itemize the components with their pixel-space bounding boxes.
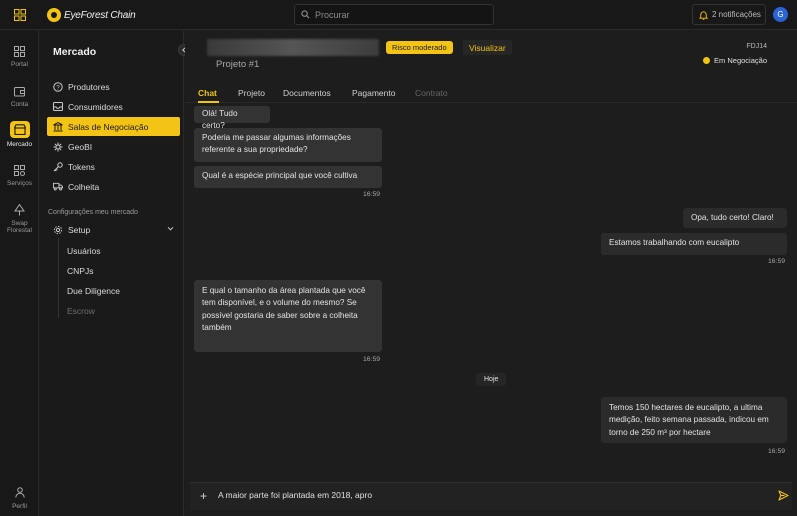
sidebar-item-colheita[interactable]: Colheita bbox=[47, 177, 180, 196]
rail-item-swap-florestal[interactable]: Swap Florestal bbox=[0, 203, 39, 234]
setup-label: Setup bbox=[68, 224, 91, 235]
status-badge: Em Negociação bbox=[703, 56, 767, 65]
search-icon bbox=[301, 10, 310, 19]
rail-label-portal: Portal bbox=[11, 61, 28, 68]
status-label: Em Negociação bbox=[714, 56, 767, 65]
truck-icon bbox=[53, 182, 63, 192]
rail-label-perfil: Perfil bbox=[12, 503, 27, 510]
chat-message-outgoing: Opa, tudo certo! Claro! bbox=[683, 208, 787, 228]
app-rail: Portal Conta Mercado Serviços Swap Flore… bbox=[0, 31, 39, 516]
user-icon bbox=[14, 487, 25, 500]
user-avatar[interactable]: G bbox=[773, 7, 788, 22]
negotiation-room: Risco moderado Visualizar Projeto #1 FDJ… bbox=[185, 31, 797, 516]
sidebar-item-label: Produtores bbox=[68, 81, 110, 92]
message-timestamp: 16:59 bbox=[363, 191, 381, 198]
active-tab-indicator bbox=[198, 101, 219, 103]
rail-label-conta: Conta bbox=[10, 101, 29, 108]
eye-logo-icon bbox=[47, 8, 61, 22]
sidebar-item-produtores[interactable]: ? Produtores bbox=[47, 77, 180, 96]
chat-message-incoming: Qual é a espécie principal que você cult… bbox=[194, 166, 382, 188]
sidebar-item-label: GeoBI bbox=[68, 141, 93, 152]
rail-label-mercado: Mercado bbox=[6, 141, 33, 148]
brand-name: EyeForest Chain bbox=[64, 9, 136, 21]
sidebar-title: Mercado bbox=[53, 46, 97, 58]
message-timestamp: 16:59 bbox=[768, 258, 786, 265]
gear-icon bbox=[53, 225, 63, 235]
search-input[interactable] bbox=[315, 9, 485, 20]
key-icon bbox=[53, 161, 63, 172]
day-separator: Hoje bbox=[476, 373, 507, 386]
rail-item-mercado[interactable]: Mercado bbox=[0, 121, 39, 148]
redacted-title bbox=[207, 39, 379, 56]
message-input[interactable] bbox=[218, 490, 758, 500]
chat-message-incoming: Poderia me passar algumas informações re… bbox=[194, 128, 382, 162]
sidebar-item-setup[interactable]: Setup bbox=[47, 221, 180, 238]
rail-item-conta[interactable]: Conta bbox=[0, 84, 39, 108]
tab-documentos[interactable]: Documentos bbox=[283, 88, 331, 98]
services-icon bbox=[13, 163, 27, 177]
message-timestamp: 16:59 bbox=[768, 448, 786, 455]
tree-icon bbox=[13, 203, 27, 217]
brand-logo[interactable]: EyeForest Chain bbox=[47, 7, 136, 23]
chevron-down-icon bbox=[167, 226, 174, 231]
rail-item-servicos[interactable]: Serviços bbox=[0, 163, 39, 187]
rail-item-perfil[interactable]: Perfil bbox=[0, 487, 39, 510]
bank-icon bbox=[53, 121, 63, 132]
sidebar-subitem-escrow: Escrow bbox=[67, 306, 95, 316]
sidebar-section-heading: Configurações meu mercado bbox=[48, 209, 138, 216]
tab-pagamento[interactable]: Pagamento bbox=[352, 88, 395, 98]
inbox-icon bbox=[53, 102, 63, 112]
chat-message-outgoing: Estamos trabalhando com eucalipto bbox=[601, 233, 787, 255]
chat-message-incoming: E qual o tamanho da área plantada que vo… bbox=[194, 280, 382, 352]
submenu-guide-line bbox=[58, 238, 59, 318]
risk-badge: Risco moderado bbox=[386, 41, 453, 54]
room-code: FDJ14 bbox=[746, 43, 767, 50]
sidebar-item-label: Salas de Negociação bbox=[68, 121, 149, 132]
chat-message-incoming: Olá! Tudo certo? bbox=[194, 106, 270, 130]
tab-projeto[interactable]: Projeto bbox=[238, 88, 265, 98]
visualize-button[interactable]: Visualizar bbox=[463, 40, 512, 55]
sidebar-item-label: Consumidores bbox=[68, 101, 123, 112]
sidebar: Mercado ? Produtores Consumidores Salas … bbox=[40, 31, 190, 516]
rail-item-portal[interactable]: Portal bbox=[0, 44, 39, 68]
sidebar-item-label: Colheita bbox=[68, 181, 100, 192]
tab-contrato: Contrato bbox=[415, 88, 448, 98]
market-icon bbox=[9, 121, 30, 138]
rail-label-swap: Swap Florestal bbox=[7, 220, 32, 234]
sidebar-item-geobi[interactable]: GeoBI bbox=[47, 137, 180, 156]
attach-plus-icon[interactable]: + bbox=[200, 489, 207, 503]
sidebar-item-label: Tokens bbox=[68, 161, 95, 172]
tab-bar: Chat Projeto Documentos Pagamento Contra… bbox=[185, 81, 797, 103]
project-label: Projeto #1 bbox=[216, 59, 260, 70]
status-dot-icon bbox=[703, 57, 711, 64]
rail-label-servicos: Serviços bbox=[7, 180, 32, 187]
sidebar-item-tokens[interactable]: Tokens bbox=[47, 157, 180, 176]
chat-message-outgoing: Temos 150 hectares de eucalipto, a ultim… bbox=[601, 397, 787, 443]
notifications-button[interactable]: 2 notificações bbox=[692, 4, 766, 25]
sidebar-subitem-cnpjs[interactable]: CNPJs bbox=[67, 266, 93, 276]
geo-icon bbox=[53, 142, 63, 152]
tab-chat[interactable]: Chat bbox=[198, 88, 217, 98]
search-box[interactable] bbox=[294, 4, 494, 25]
sidebar-item-consumidores[interactable]: Consumidores bbox=[47, 97, 180, 116]
apps-grid-icon[interactable] bbox=[14, 9, 26, 21]
send-icon[interactable] bbox=[778, 490, 789, 501]
question-circle-icon: ? bbox=[53, 81, 63, 92]
notifications-label: 2 notificações bbox=[712, 10, 761, 19]
sidebar-subitem-due-diligence[interactable]: Due Diligence bbox=[67, 286, 120, 296]
bell-icon bbox=[699, 10, 708, 20]
message-timestamp: 16:59 bbox=[363, 356, 381, 363]
wallet-icon bbox=[13, 84, 27, 98]
sidebar-subitem-usuarios[interactable]: Usuários bbox=[67, 246, 101, 256]
sidebar-item-salas-de-negociacao[interactable]: Salas de Negociação bbox=[47, 117, 180, 136]
message-composer: + bbox=[190, 482, 792, 510]
top-bar: EyeForest Chain 2 notificações G bbox=[0, 0, 797, 30]
portal-grid-icon bbox=[13, 44, 27, 58]
